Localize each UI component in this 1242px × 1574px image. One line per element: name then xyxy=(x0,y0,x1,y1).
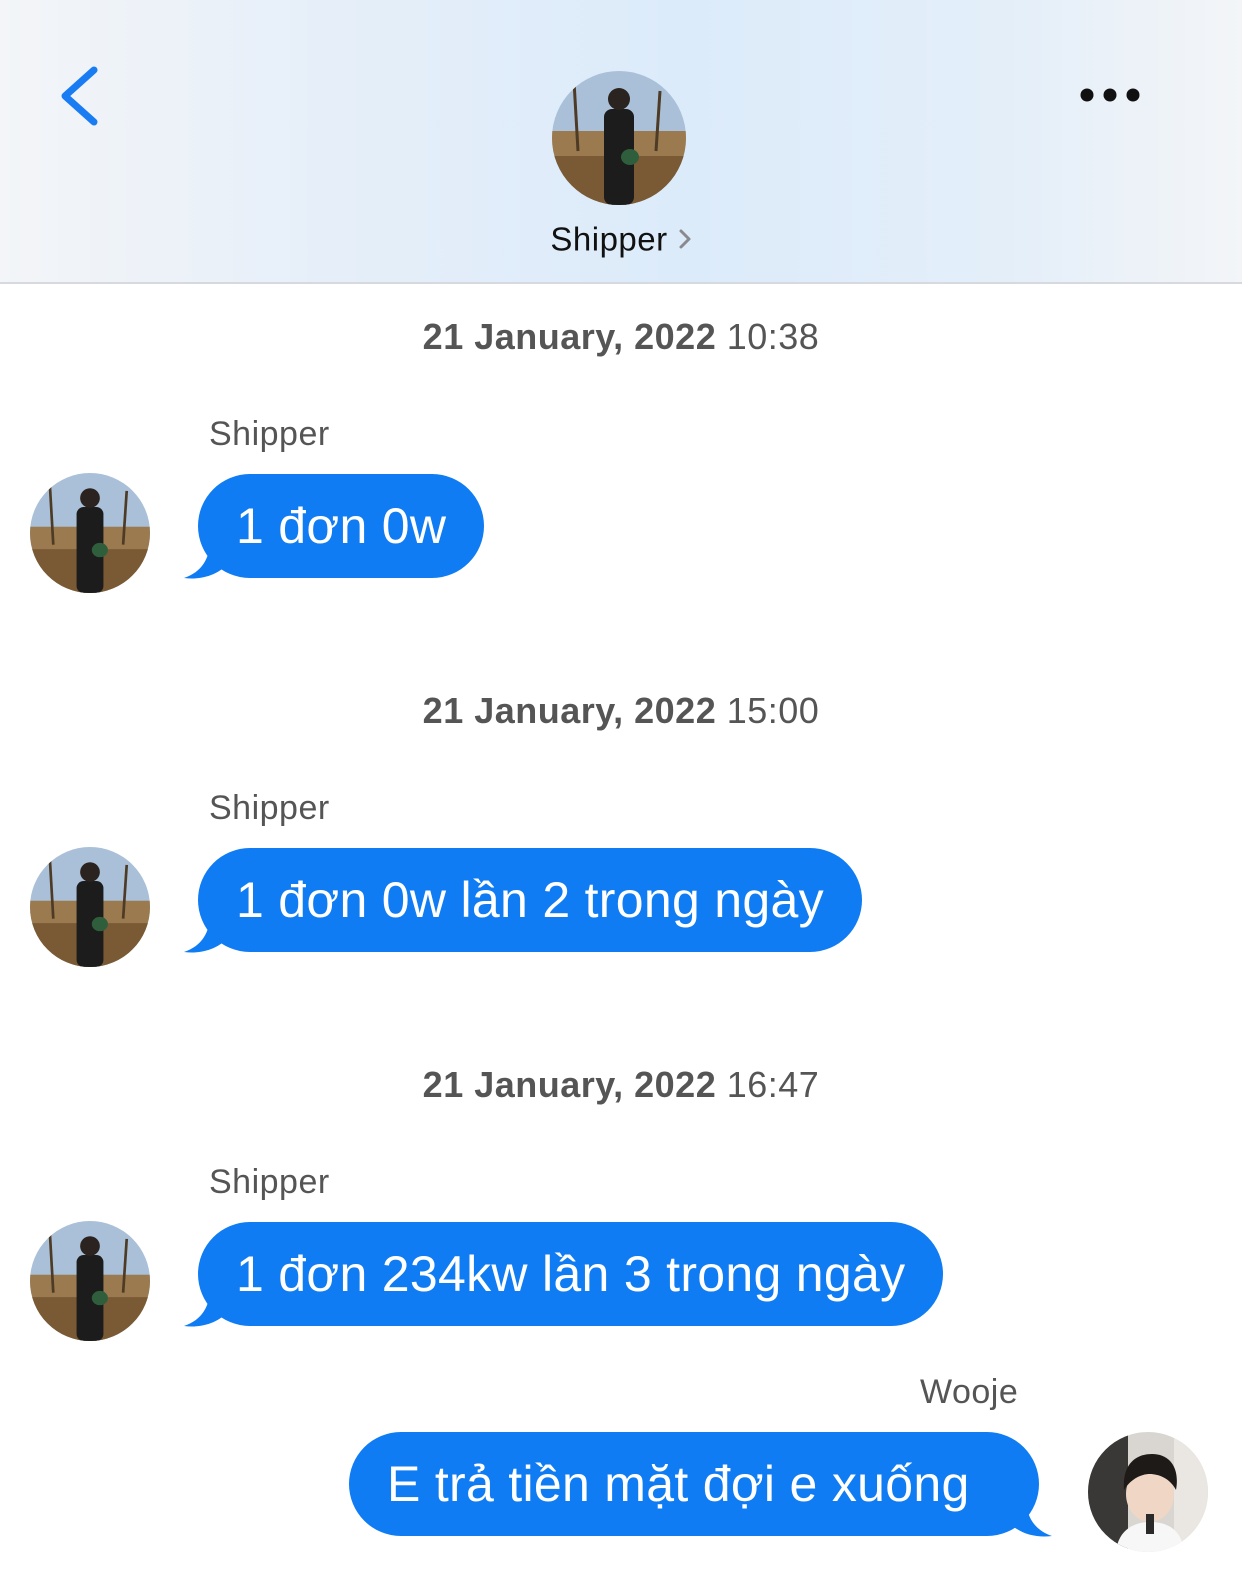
wooje-photo xyxy=(1088,1432,1208,1552)
timestamp-date: 21 January, 2022 xyxy=(422,1064,717,1105)
timestamp-date: 21 January, 2022 xyxy=(422,690,717,731)
shipper-photo xyxy=(552,71,686,205)
message-bubble[interactable]: E trả tiền mặt đợi e xuống xyxy=(349,1432,1039,1536)
timestamp-date: 21 January, 2022 xyxy=(422,316,717,357)
avatar[interactable] xyxy=(30,847,150,967)
more-horizontal-icon xyxy=(1080,88,1140,102)
timestamp: 21 January, 2022 15:00 xyxy=(0,690,1242,732)
timestamp: 21 January, 2022 10:38 xyxy=(0,316,1242,358)
message-bubble[interactable]: 1 đơn 0w xyxy=(198,474,485,578)
message-bubble[interactable]: 1 đơn 0w lần 2 trong ngày xyxy=(198,848,862,952)
chevron-left-icon xyxy=(61,66,98,126)
back-button[interactable] xyxy=(50,60,110,130)
more-button[interactable] xyxy=(1070,76,1150,116)
timestamp-time: 15:00 xyxy=(726,690,820,731)
shipper-photo xyxy=(30,473,150,593)
avatar[interactable] xyxy=(30,473,150,593)
sender-name: Shipper xyxy=(209,789,330,827)
contact-name-button[interactable]: Shipper xyxy=(0,218,1242,258)
chat-header: Shipper xyxy=(0,0,1242,284)
contact-avatar[interactable] xyxy=(552,71,686,205)
avatar[interactable] xyxy=(1088,1432,1208,1552)
avatar[interactable] xyxy=(30,1221,150,1341)
timestamp-time: 10:38 xyxy=(726,316,820,357)
shipper-photo xyxy=(30,1221,150,1341)
timestamp: 21 January, 2022 16:47 xyxy=(0,1064,1242,1106)
shipper-photo xyxy=(30,847,150,967)
sender-name: Shipper xyxy=(209,415,330,453)
sender-name: Wooje xyxy=(920,1373,1019,1411)
timestamp-time: 16:47 xyxy=(726,1064,820,1105)
sender-name: Shipper xyxy=(209,1163,330,1201)
message-bubble[interactable]: 1 đơn 234kw lần 3 trong ngày xyxy=(198,1222,944,1326)
contact-name: Shipper xyxy=(550,220,668,258)
chevron-right-icon xyxy=(679,229,691,249)
